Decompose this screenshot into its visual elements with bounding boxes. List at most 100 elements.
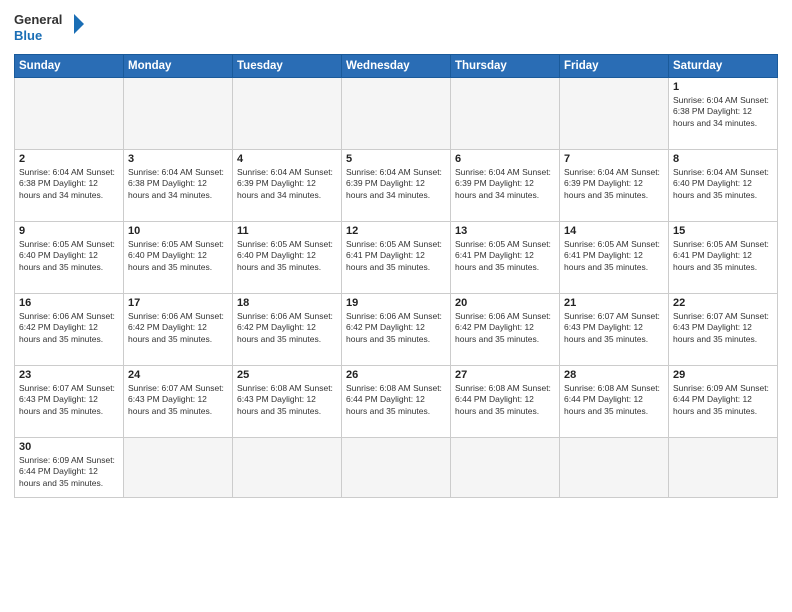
calendar-cell: 15 Sunrise: 6:05 AM Sunset: 6:41 PM Dayli…: [669, 222, 778, 294]
day-info: Sunrise: 6:04 AM Sunset: 6:39 PM Dayligh…: [455, 167, 555, 201]
day-info: Sunrise: 6:04 AM Sunset: 6:39 PM Dayligh…: [564, 167, 664, 201]
weekday-header-tuesday: Tuesday: [233, 55, 342, 78]
day-number: 8: [673, 153, 773, 165]
calendar-cell: 12Sunrise: 6:05 AM Sunset: 6:41 PM Dayli…: [342, 222, 451, 294]
calendar-cell: [124, 438, 233, 498]
calendar-cell: 20 Sunrise: 6:06 AM Sunset: 6:42 PM Dayli…: [451, 294, 560, 366]
calendar-week-row: 23 Sunrise: 6:07 AM Sunset: 6:43 PM Dayli…: [15, 366, 778, 438]
calendar-cell: [342, 78, 451, 150]
calendar-cell: [342, 438, 451, 498]
calendar-cell: 21 Sunrise: 6:07 AM Sunset: 6:43 PM Dayli…: [560, 294, 669, 366]
calendar-cell: 14 Sunrise: 6:05 AM Sunset: 6:41 PM Dayli…: [560, 222, 669, 294]
calendar-cell: 16 Sunrise: 6:06 AM Sunset: 6:42 PM Dayli…: [15, 294, 124, 366]
day-info: Sunrise: 6:06 AM Sunset: 6:42 PM Dayligh…: [237, 311, 337, 345]
calendar-week-row: 16 Sunrise: 6:06 AM Sunset: 6:42 PM Dayli…: [15, 294, 778, 366]
day-info: Sunrise: 6:06 AM Sunset: 6:42 PM Dayligh…: [455, 311, 555, 345]
day-info: Sunrise: 6:04 AM Sunset: 6:38 PM Dayligh…: [19, 167, 119, 201]
calendar-cell: 1 Sunrise: 6:04 AM Sunset: 6:38 PM Daylig…: [669, 78, 778, 150]
generalblue-logo: General Blue: [14, 10, 84, 46]
header: General Blue: [14, 10, 778, 46]
weekday-header-thursday: Thursday: [451, 55, 560, 78]
calendar-cell: 23 Sunrise: 6:07 AM Sunset: 6:43 PM Dayli…: [15, 366, 124, 438]
day-info: Sunrise: 6:08 AM Sunset: 6:44 PM Dayligh…: [346, 383, 446, 417]
calendar-cell: 6 Sunrise: 6:04 AM Sunset: 6:39 PM Daylig…: [451, 150, 560, 222]
day-number: 3: [128, 153, 228, 165]
day-info: Sunrise: 6:08 AM Sunset: 6:44 PM Dayligh…: [455, 383, 555, 417]
day-info: Sunrise: 6:07 AM Sunset: 6:43 PM Dayligh…: [19, 383, 119, 417]
logo: General Blue: [14, 10, 84, 46]
calendar-cell: [669, 438, 778, 498]
calendar-cell: [451, 78, 560, 150]
day-info: Sunrise: 6:04 AM Sunset: 6:39 PM Dayligh…: [346, 167, 446, 201]
weekday-header-row: SundayMondayTuesdayWednesdayThursdayFrid…: [15, 55, 778, 78]
day-number: 11: [237, 225, 337, 237]
day-info: Sunrise: 6:04 AM Sunset: 6:40 PM Dayligh…: [673, 167, 773, 201]
day-number: 6: [455, 153, 555, 165]
calendar-cell: 26 Sunrise: 6:08 AM Sunset: 6:44 PM Dayli…: [342, 366, 451, 438]
day-number: 17: [128, 297, 228, 309]
calendar-cell: 29 Sunrise: 6:09 AM Sunset: 6:44 PM Dayli…: [669, 366, 778, 438]
calendar-cell: 11Sunrise: 6:05 AM Sunset: 6:40 PM Dayli…: [233, 222, 342, 294]
weekday-header-friday: Friday: [560, 55, 669, 78]
day-number: 19: [346, 297, 446, 309]
calendar-cell: 27 Sunrise: 6:08 AM Sunset: 6:44 PM Dayli…: [451, 366, 560, 438]
calendar-cell: [124, 78, 233, 150]
calendar-cell: 5 Sunrise: 6:04 AM Sunset: 6:39 PM Daylig…: [342, 150, 451, 222]
calendar-cell: 19Sunrise: 6:06 AM Sunset: 6:42 PM Dayli…: [342, 294, 451, 366]
day-info: Sunrise: 6:04 AM Sunset: 6:38 PM Dayligh…: [673, 95, 773, 129]
calendar-cell: 17 Sunrise: 6:06 AM Sunset: 6:42 PM Dayli…: [124, 294, 233, 366]
calendar-cell: [233, 438, 342, 498]
day-info: Sunrise: 6:06 AM Sunset: 6:42 PM Dayligh…: [128, 311, 228, 345]
day-number: 12: [346, 225, 446, 237]
day-info: Sunrise: 6:09 AM Sunset: 6:44 PM Dayligh…: [673, 383, 773, 417]
day-info: Sunrise: 6:08 AM Sunset: 6:43 PM Dayligh…: [237, 383, 337, 417]
day-number: 5: [346, 153, 446, 165]
calendar-cell: [233, 78, 342, 150]
calendar-cell: 10Sunrise: 6:05 AM Sunset: 6:40 PM Dayli…: [124, 222, 233, 294]
calendar-week-row: 30Sunrise: 6:09 AM Sunset: 6:44 PM Dayli…: [15, 438, 778, 498]
day-number: 18: [237, 297, 337, 309]
day-info: Sunrise: 6:05 AM Sunset: 6:41 PM Dayligh…: [564, 239, 664, 273]
day-number: 14: [564, 225, 664, 237]
day-info: Sunrise: 6:04 AM Sunset: 6:39 PM Dayligh…: [237, 167, 337, 201]
day-number: 10: [128, 225, 228, 237]
calendar-cell: 28Sunrise: 6:08 AM Sunset: 6:44 PM Dayli…: [560, 366, 669, 438]
day-info: Sunrise: 6:05 AM Sunset: 6:40 PM Dayligh…: [19, 239, 119, 273]
calendar-cell: [15, 78, 124, 150]
day-number: 15: [673, 225, 773, 237]
day-number: 22: [673, 297, 773, 309]
day-number: 13: [455, 225, 555, 237]
day-info: Sunrise: 6:09 AM Sunset: 6:44 PM Dayligh…: [19, 455, 119, 489]
calendar-table: SundayMondayTuesdayWednesdayThursdayFrid…: [14, 54, 778, 498]
day-info: Sunrise: 6:07 AM Sunset: 6:43 PM Dayligh…: [564, 311, 664, 345]
day-info: Sunrise: 6:07 AM Sunset: 6:43 PM Dayligh…: [673, 311, 773, 345]
day-number: 7: [564, 153, 664, 165]
day-info: Sunrise: 6:06 AM Sunset: 6:42 PM Dayligh…: [19, 311, 119, 345]
day-number: 1: [673, 81, 773, 93]
calendar-cell: 30Sunrise: 6:09 AM Sunset: 6:44 PM Dayli…: [15, 438, 124, 498]
day-number: 29: [673, 369, 773, 381]
day-number: 21: [564, 297, 664, 309]
day-number: 16: [19, 297, 119, 309]
calendar-week-row: 1 Sunrise: 6:04 AM Sunset: 6:38 PM Daylig…: [15, 78, 778, 150]
weekday-header-sunday: Sunday: [15, 55, 124, 78]
calendar-cell: 22 Sunrise: 6:07 AM Sunset: 6:43 PM Dayli…: [669, 294, 778, 366]
day-info: Sunrise: 6:07 AM Sunset: 6:43 PM Dayligh…: [128, 383, 228, 417]
calendar-cell: 18 Sunrise: 6:06 AM Sunset: 6:42 PM Dayli…: [233, 294, 342, 366]
day-number: 24: [128, 369, 228, 381]
svg-text:Blue: Blue: [14, 28, 42, 43]
calendar-cell: [560, 78, 669, 150]
day-number: 23: [19, 369, 119, 381]
day-number: 20: [455, 297, 555, 309]
calendar-week-row: 2 Sunrise: 6:04 AM Sunset: 6:38 PM Daylig…: [15, 150, 778, 222]
day-number: 26: [346, 369, 446, 381]
day-number: 27: [455, 369, 555, 381]
calendar-cell: [560, 438, 669, 498]
day-info: Sunrise: 6:04 AM Sunset: 6:38 PM Dayligh…: [128, 167, 228, 201]
day-info: Sunrise: 6:05 AM Sunset: 6:41 PM Dayligh…: [673, 239, 773, 273]
calendar-cell: 4Sunrise: 6:04 AM Sunset: 6:39 PM Daylig…: [233, 150, 342, 222]
day-info: Sunrise: 6:08 AM Sunset: 6:44 PM Dayligh…: [564, 383, 664, 417]
day-number: 2: [19, 153, 119, 165]
weekday-header-wednesday: Wednesday: [342, 55, 451, 78]
calendar-cell: 13Sunrise: 6:05 AM Sunset: 6:41 PM Dayli…: [451, 222, 560, 294]
